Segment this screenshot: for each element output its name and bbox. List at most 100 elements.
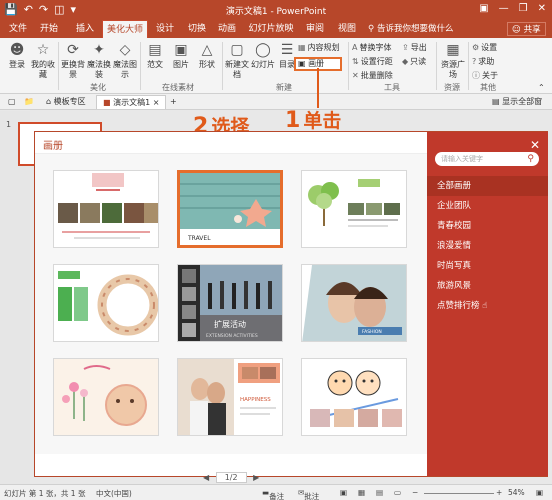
resources-group-label: 资源: [444, 83, 460, 92]
magic-diagram-button[interactable]: ◇ 魔法图示: [112, 42, 138, 80]
my-collection-button[interactable]: ☆ 我的收藏: [30, 42, 56, 80]
tab-file[interactable]: 文件: [6, 20, 30, 38]
search-icon[interactable]: ⚲: [527, 152, 534, 166]
tab-template-zone[interactable]: ⌂ 模板专区: [40, 95, 92, 109]
template-card-family[interactable]: [53, 170, 159, 248]
normal-view-icon[interactable]: ▣: [340, 488, 347, 497]
tab-transitions[interactable]: 切换: [184, 20, 210, 38]
batch-delete-button[interactable]: ✕ 批量删除: [352, 70, 393, 82]
image-button[interactable]: ▣ 图片: [168, 42, 194, 70]
star-icon: ☆: [36, 42, 50, 58]
zoom-out-icon[interactable]: −: [412, 488, 418, 497]
magic-change-label: 魔法换装: [87, 60, 111, 79]
comments-button[interactable]: ✉ 批注: [298, 488, 319, 500]
close-icon[interactable]: ✕: [538, 3, 546, 14]
template-card-expansion[interactable]: 扩展活动 EXTENSION ACTIVITIES: [177, 264, 283, 342]
readonly-button[interactable]: ◆ 只读: [402, 56, 426, 68]
template-card-graduation[interactable]: [301, 170, 407, 248]
show-all-windows-button[interactable]: ▤ 显示全部窗口: [486, 95, 552, 120]
group-separator: [222, 42, 223, 90]
template-card-fashion[interactable]: FASHION: [301, 264, 407, 342]
category-ranking[interactable]: 点赞排行榜 ☝: [427, 296, 548, 316]
login-button[interactable]: ☻ 登录: [4, 42, 30, 70]
about-button[interactable]: ⓘ 关于: [472, 70, 498, 82]
template-card-baby[interactable]: [53, 358, 159, 436]
notes-label: 备注: [269, 492, 285, 500]
text-button[interactable]: ▤ 范文: [142, 42, 168, 70]
template-zone-label: 模板专区: [53, 97, 86, 106]
diagram-icon: ◇: [119, 42, 131, 58]
template-card-wedding[interactable]: HAPPINESS: [177, 358, 283, 436]
tab-insert[interactable]: 插入: [72, 20, 98, 38]
restore-icon[interactable]: ❐: [519, 3, 528, 14]
tab-view[interactable]: 视图: [334, 20, 360, 38]
status-bar: 幻灯片 第 1 张，共 1 张 中文(中国) ▬ 备注 ✉ 批注 ▣ ▦ ▤ ▭…: [0, 484, 552, 500]
export-button[interactable]: ⇪ 导出: [402, 42, 427, 54]
tell-me-search[interactable]: ⚲ 告诉我你想要做什么: [368, 20, 453, 38]
travel-album-preview: TRAVEL: [180, 173, 280, 245]
share-button[interactable]: ☺ 共享: [507, 22, 546, 36]
magic-diagram-label: 魔法图示: [113, 60, 137, 79]
spacing-icon: ⇅: [352, 57, 359, 66]
slideshow-icon[interactable]: ▭: [394, 488, 401, 497]
slide-button[interactable]: ◯ 幻灯片: [250, 42, 276, 70]
change-bg-label: 更换背景: [61, 60, 85, 79]
content-plan-button[interactable]: ▦ 内容规划: [298, 42, 340, 54]
fit-to-window-icon[interactable]: ▣: [536, 488, 543, 497]
template-card-travel[interactable]: TRAVEL: [177, 170, 283, 248]
image-icon: ▣: [174, 42, 188, 58]
tab-review[interactable]: 审阅: [302, 20, 328, 38]
category-campus[interactable]: 青春校园: [427, 216, 548, 236]
zoom-in-icon[interactable]: +: [496, 488, 502, 497]
add-tab-icon[interactable]: +: [164, 95, 183, 109]
category-fashion[interactable]: 时尚写真: [427, 256, 548, 276]
tab-home[interactable]: 开始: [36, 20, 62, 38]
folder-icon[interactable]: 📁: [18, 95, 40, 109]
expansion-title: 扩展活动: [214, 319, 246, 329]
minimize-icon[interactable]: —: [499, 3, 509, 14]
set-spacing-button[interactable]: ⇅ 设置行距: [352, 56, 393, 68]
expansion-subtitle: EXTENSION ACTIVITIES: [206, 333, 258, 339]
settings-button[interactable]: ⚙ 设置: [472, 42, 497, 54]
magic-change-button[interactable]: ✦ 魔法换装: [86, 42, 112, 80]
tab-design[interactable]: 设计: [152, 20, 178, 38]
help-button[interactable]: ? 求助: [472, 56, 494, 68]
zoom-slider[interactable]: [424, 493, 494, 494]
photo-album-icon: ▣: [298, 59, 306, 68]
magic-wand-icon: ✦: [93, 42, 105, 58]
close-tab-icon[interactable]: ×: [153, 98, 160, 107]
search-input[interactable]: 请输入关键字 ⚲: [435, 152, 539, 166]
tab-animations[interactable]: 动画: [214, 20, 240, 38]
slide-label: 幻灯片: [251, 60, 275, 69]
next-page-icon[interactable]: ▶: [253, 473, 259, 482]
tab-slideshow[interactable]: 幻灯片放映: [248, 20, 294, 38]
language-indicator[interactable]: 中文(中国): [96, 488, 132, 499]
reading-view-icon[interactable]: ▤: [376, 488, 383, 497]
prev-page-icon[interactable]: ◀: [203, 473, 209, 482]
change-background-button[interactable]: ⟳ 更换背景: [60, 42, 86, 80]
template-card-cartoon[interactable]: [301, 358, 407, 436]
shape-button[interactable]: △ 形状: [194, 42, 220, 70]
fashion-portrait-preview: FASHION: [302, 265, 406, 341]
zoom-level[interactable]: 54%: [508, 488, 525, 497]
expansion-activity-preview: 扩展活动 EXTENSION ACTIVITIES: [178, 265, 282, 341]
collapse-ribbon-icon[interactable]: ⌃: [538, 82, 545, 94]
new-doc-button[interactable]: ▢ 新建文档: [224, 42, 250, 80]
window-title: 演示文稿1 - PowerPoint: [225, 7, 327, 17]
resource-plaza-button[interactable]: ▦ 资源广场: [440, 42, 466, 80]
category-romance[interactable]: 浪漫爱情: [427, 236, 548, 256]
slide-sorter-icon[interactable]: ▦: [358, 488, 365, 497]
ribbon-options-icon[interactable]: ▣: [479, 3, 488, 14]
category-travel[interactable]: 旅游风景: [427, 276, 548, 296]
category-all[interactable]: 全部画册: [427, 176, 548, 196]
tab-presentation[interactable]: ■ 演示文稿1 ×: [96, 95, 167, 109]
close-icon[interactable]: ✕: [530, 138, 540, 152]
photo-album-dialog: 画册 TRAVEL 扩展活动 EXTENSION ACTIVITIES FASH…: [34, 131, 548, 483]
category-enterprise[interactable]: 企业团队: [427, 196, 548, 216]
template-card-team[interactable]: [53, 264, 159, 342]
online-group-label: 在线素材: [162, 83, 194, 92]
tab-meihua[interactable]: 美化大师: [102, 20, 148, 38]
notes-button[interactable]: ▬ 备注: [262, 488, 284, 500]
replace-font-button[interactable]: A 替换字体: [352, 42, 391, 54]
font-icon: A: [352, 43, 358, 52]
